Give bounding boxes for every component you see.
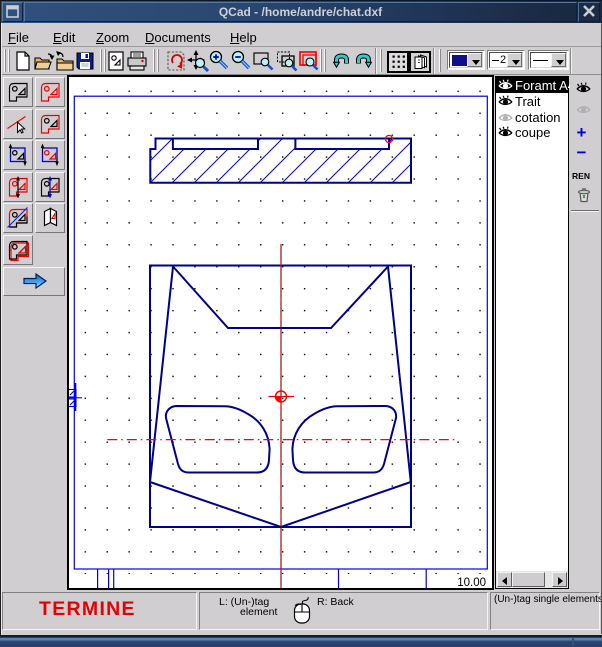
- svg-text:10.00: 10.00: [457, 577, 486, 588]
